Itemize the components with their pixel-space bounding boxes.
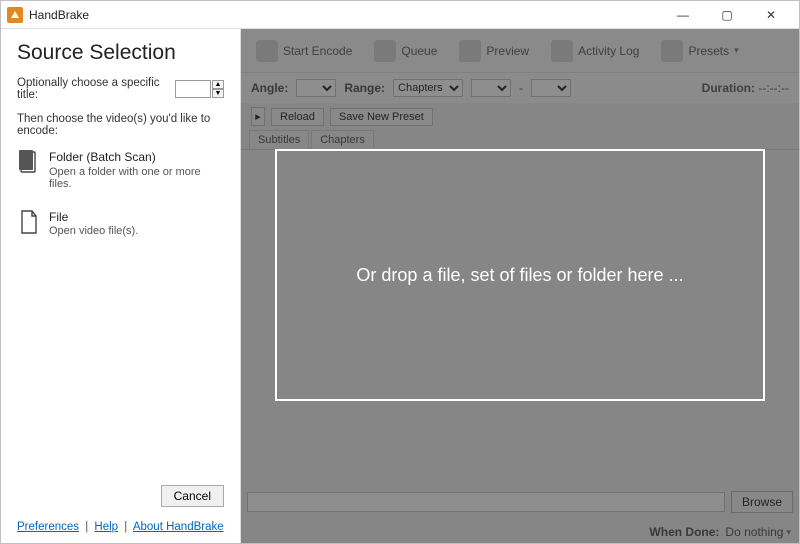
about-link[interactable]: About HandBrake: [133, 521, 224, 533]
specific-title-input[interactable]: [175, 80, 211, 98]
title-step-up-button[interactable]: ▲: [212, 80, 224, 89]
app-title: HandBrake: [29, 8, 89, 22]
specific-title-label: Optionally choose a specific title:: [17, 77, 169, 101]
specific-title-row: Optionally choose a specific title: ▲ ▼: [17, 77, 224, 101]
open-file-button[interactable]: File Open video file(s).: [17, 207, 224, 241]
open-file-label: File: [49, 210, 138, 226]
close-icon: ✕: [766, 8, 776, 22]
app-logo-icon: [7, 7, 23, 23]
drop-zone-text: Or drop a file, set of files or folder h…: [356, 265, 683, 286]
panel-heading: Source Selection: [17, 41, 224, 65]
window-maximize-button[interactable]: ▢: [705, 1, 749, 29]
main-area: Start Encode Queue Preview Activity Log …: [241, 29, 799, 543]
open-file-sub: Open video file(s).: [49, 225, 138, 237]
app-window: HandBrake — ▢ ✕ Source Selection Optiona…: [0, 0, 800, 544]
minimize-icon: —: [677, 8, 689, 22]
folder-icon: [19, 150, 39, 174]
window-minimize-button[interactable]: —: [661, 1, 705, 29]
open-folder-label: Folder (Batch Scan): [49, 150, 222, 166]
open-folder-button[interactable]: Folder (Batch Scan) Open a folder with o…: [17, 147, 224, 193]
cancel-button[interactable]: Cancel: [161, 485, 224, 507]
help-link[interactable]: Help: [94, 521, 118, 533]
title-step-down-button[interactable]: ▼: [212, 89, 224, 98]
modal-overlay: Or drop a file, set of files or folder h…: [241, 29, 799, 543]
footer-links: Preferences | Help | About HandBrake: [17, 515, 224, 533]
maximize-icon: ▢: [721, 8, 732, 22]
window-close-button[interactable]: ✕: [749, 1, 793, 29]
file-drop-zone[interactable]: Or drop a file, set of files or folder h…: [275, 149, 765, 401]
preferences-link[interactable]: Preferences: [17, 521, 79, 533]
file-icon: [19, 210, 39, 234]
source-selection-panel: Source Selection Optionally choose a spe…: [1, 29, 241, 543]
titlebar: HandBrake — ▢ ✕: [1, 1, 799, 29]
open-folder-sub: Open a folder with one or more files.: [49, 166, 222, 190]
choose-videos-label: Then choose the video(s) you'd like to e…: [17, 113, 224, 137]
